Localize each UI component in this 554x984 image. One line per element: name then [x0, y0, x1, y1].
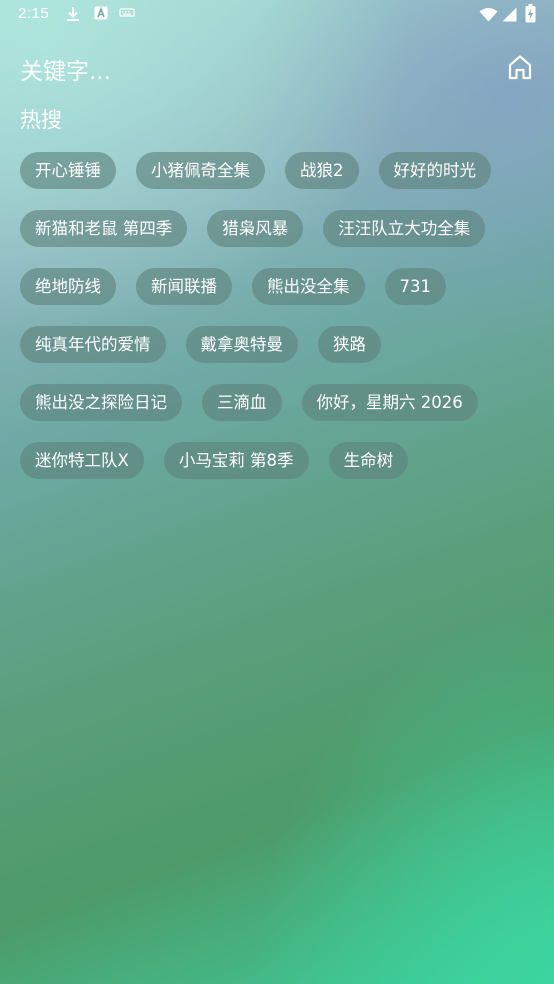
hot-search-tag-list: 开心锤锤 小猪佩奇全集 战狼2 好好的时光 新猫和老鼠 第四季 猎枭风暴 汪汪队…: [20, 152, 540, 479]
cellular-signal-icon: [502, 7, 517, 22]
hot-search-tag[interactable]: 汪汪队立大功全集: [323, 210, 486, 247]
search-input[interactable]: 关键字...: [20, 52, 111, 86]
status-bar: 2:15: [0, 0, 554, 30]
download-icon: [67, 7, 79, 21]
hot-search-title: 热搜: [20, 108, 62, 132]
hot-search-tag[interactable]: 你好，星期六 2026: [301, 384, 478, 421]
top-bar: 关键字...: [0, 46, 554, 90]
keyboard-icon: [119, 8, 135, 17]
hot-search-tag[interactable]: 战狼2: [285, 152, 359, 189]
hot-search-tag[interactable]: 熊出没全集: [252, 268, 365, 305]
hot-search-tag[interactable]: 731: [384, 268, 446, 305]
hot-search-tag[interactable]: 小马宝莉 第8季: [163, 442, 309, 479]
hot-search-tag[interactable]: 生命树: [328, 442, 409, 479]
wifi-icon: [479, 8, 498, 22]
status-time: 2:15: [18, 5, 50, 22]
hot-search-tag[interactable]: 狭路: [318, 326, 381, 363]
hot-search-tag[interactable]: 熊出没之探险日记: [20, 384, 182, 421]
battery-charging-icon: [525, 4, 536, 23]
hot-search-tag[interactable]: 纯真年代的爱情: [20, 326, 166, 363]
hot-search-tag[interactable]: 迷你特工队X: [20, 442, 144, 479]
hot-search-tag[interactable]: 小猪佩奇全集: [136, 152, 265, 189]
home-icon: [508, 55, 532, 80]
hot-search-tag[interactable]: 新猫和老鼠 第四季: [20, 210, 188, 247]
home-button[interactable]: [505, 52, 535, 82]
hot-search-tag[interactable]: 新闻联播: [136, 268, 232, 305]
hot-search-tag[interactable]: 戴拿奥特曼: [185, 326, 298, 363]
a-badge-icon: [94, 6, 108, 20]
hot-search-tag[interactable]: 绝地防线: [20, 268, 116, 305]
background-overlay: [0, 0, 554, 984]
hot-search-tag[interactable]: 开心锤锤: [20, 152, 116, 189]
hot-search-tag[interactable]: 三滴血: [202, 384, 282, 421]
hot-search-tag[interactable]: 好好的时光: [378, 152, 491, 189]
hot-search-tag[interactable]: 猎枭风暴: [207, 210, 304, 247]
